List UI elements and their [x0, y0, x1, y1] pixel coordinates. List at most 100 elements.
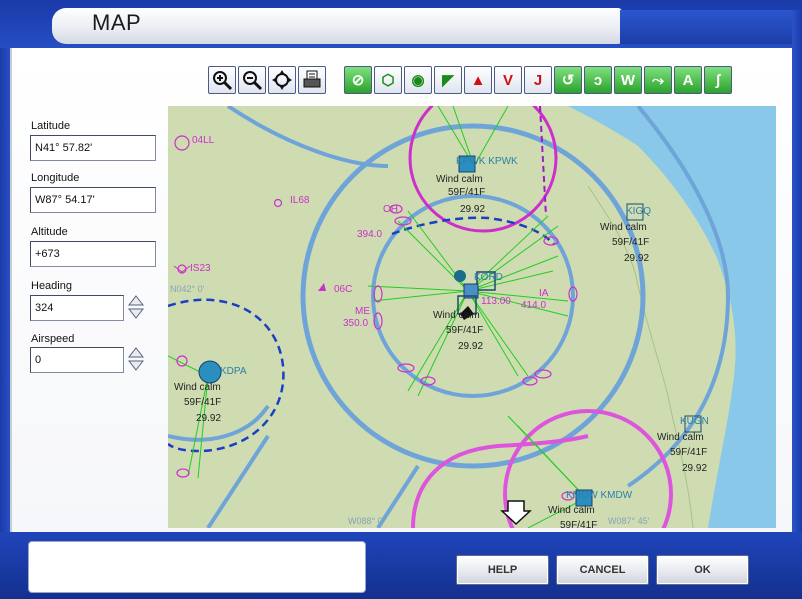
svg-text:Wind calm: Wind calm — [548, 505, 595, 516]
ndb-icon: ◉ — [411, 72, 425, 89]
airport-icon: ⊘ — [351, 72, 365, 89]
map-canvas: 04LL IL68 IS23 06C OH 394.0 ME 350.0 IA … — [168, 106, 776, 528]
longitude-label: Longitude — [31, 172, 80, 184]
label-oh-freq: 394.0 — [357, 229, 382, 240]
svg-text:KMDW KMDW: KMDW KMDW — [566, 490, 633, 501]
station-kdpa-icon — [198, 360, 222, 384]
label-oh: OH — [383, 204, 398, 215]
airspeed-label: Airspeed — [31, 333, 75, 345]
vor-icon: ⬡ — [381, 72, 395, 89]
svg-text:29.92: 29.92 — [458, 341, 483, 352]
svg-text:KDPA: KDPA — [220, 366, 247, 377]
terrain-icon: ʃ — [715, 71, 721, 89]
svg-text:59F/41F: 59F/41F — [446, 325, 483, 336]
svg-text:59F/41F: 59F/41F — [670, 447, 707, 458]
airspace-icon: ↺ — [561, 72, 575, 89]
heading-stepper[interactable] — [128, 295, 144, 319]
svg-text:29.92: 29.92 — [460, 204, 485, 215]
svg-text:Wind calm: Wind calm — [657, 432, 704, 443]
cancel-button[interactable]: CANCEL — [556, 555, 649, 585]
intersections-toggle[interactable]: ▲ — [464, 66, 492, 94]
latitude-label: Latitude — [31, 120, 71, 132]
victor-airways-toggle[interactable]: V — [494, 66, 522, 94]
heliport-06c — [318, 283, 326, 291]
svg-text:59F/41F: 59F/41F — [448, 187, 485, 198]
label-06c: 06C — [334, 284, 352, 295]
zoom-out-button[interactable] — [238, 66, 266, 94]
svg-text:Wind calm: Wind calm — [174, 382, 221, 393]
grid-w088: W088° 0' — [348, 516, 385, 526]
heading-label: Heading — [31, 280, 72, 292]
label-me: ME — [355, 306, 370, 317]
print-button[interactable] — [298, 66, 326, 94]
jet-airways-toggle[interactable]: J — [524, 66, 552, 94]
status-box — [28, 541, 366, 593]
svg-text:Wind calm: Wind calm — [436, 174, 483, 185]
help-button[interactable]: HELP — [456, 555, 549, 585]
label-il68: IL68 — [290, 195, 310, 206]
crosshair-icon — [272, 70, 292, 90]
label-04ll: 04LL — [192, 135, 215, 146]
approaches-toggle[interactable]: ↄ — [584, 66, 612, 94]
ils-icon: ◤ — [442, 72, 454, 89]
svg-text:29.92: 29.92 — [682, 463, 707, 474]
svg-text:59F/41F: 59F/41F — [560, 520, 597, 528]
altitude-icon: A — [682, 71, 694, 89]
grid-n042: N042° 0' — [170, 284, 205, 294]
svg-text:59F/41F: 59F/41F — [184, 397, 221, 408]
airport-is23 — [173, 265, 191, 273]
label-me-freq: 350.0 — [343, 318, 368, 329]
center-button[interactable] — [268, 66, 296, 94]
wind-toggle[interactable]: ⤳ — [644, 66, 672, 94]
weather-toggle[interactable]: W — [614, 66, 642, 94]
heading-field[interactable]: 324 — [30, 295, 124, 321]
map-view[interactable]: 04LL IL68 IS23 06C OH 394.0 ME 350.0 IA … — [168, 106, 776, 528]
ok-button[interactable]: OK — [656, 555, 749, 585]
svg-text:29.92: 29.92 — [196, 413, 221, 424]
svg-text:59F/41F: 59F/41F — [612, 237, 649, 248]
class-b-arc-nw — [226, 106, 389, 168]
lake-michigan — [568, 106, 776, 528]
terrain-toggle[interactable]: ʃ — [704, 66, 732, 94]
airports-toggle[interactable]: ⊘ — [344, 66, 372, 94]
svg-text:KPWK KPWK: KPWK KPWK — [456, 156, 518, 167]
altitude-field[interactable]: +673 — [30, 241, 156, 267]
label-is23: IS23 — [190, 263, 211, 274]
altitude-label: Altitude — [31, 226, 68, 238]
svg-text:Wind calm: Wind calm — [600, 222, 647, 233]
label-ia-freq: 414.0 — [521, 300, 546, 311]
title-bar: MAP — [0, 0, 802, 52]
zoom-out-icon — [243, 71, 263, 91]
title-bar-right — [620, 10, 792, 44]
wx-kpwk: KPWK KPWK Wind calm 59F/41F 29.92 — [436, 156, 518, 215]
wind-icon: ⤳ — [651, 71, 664, 89]
svg-text:KIGQ: KIGQ — [626, 206, 651, 217]
window-title: MAP — [92, 10, 142, 35]
label-freq-113: 113.00 — [481, 296, 511, 307]
weather-icon: W — [620, 71, 636, 89]
victor-airway-icon: V — [502, 71, 513, 89]
longitude-field[interactable]: W87° 54.17' — [30, 187, 156, 213]
airspeed-field[interactable]: 0 — [30, 347, 124, 373]
approach-icon: ↄ — [593, 71, 603, 89]
label-ia: IA — [539, 288, 549, 299]
svg-text:KORD: KORD — [474, 272, 503, 283]
svg-text:KUGN: KUGN — [680, 416, 709, 427]
latitude-field[interactable]: N41° 57.82' — [30, 135, 156, 161]
ils-toggle[interactable]: ◤ — [434, 66, 462, 94]
altitude-labels-toggle[interactable]: A — [674, 66, 702, 94]
print-icon — [303, 70, 321, 88]
zoom-in-icon — [213, 71, 233, 91]
svg-text:29.92: 29.92 — [624, 253, 649, 264]
window-right-edge — [792, 10, 802, 538]
airspace-toggle[interactable]: ↺ — [554, 66, 582, 94]
zoom-in-button[interactable] — [208, 66, 236, 94]
jet-airway-icon: J — [533, 71, 543, 89]
intersection-icon: ▲ — [470, 71, 486, 89]
vor-toggle[interactable]: ⬡ — [374, 66, 402, 94]
svg-text:Wind calm: Wind calm — [433, 310, 480, 321]
airspeed-stepper[interactable] — [128, 347, 144, 371]
ndb-toggle[interactable]: ◉ — [404, 66, 432, 94]
grid-w087: W087° 45' — [608, 516, 650, 526]
wx-kigq: KIGQ Wind calm 59F/41F 29.92 — [600, 206, 651, 264]
